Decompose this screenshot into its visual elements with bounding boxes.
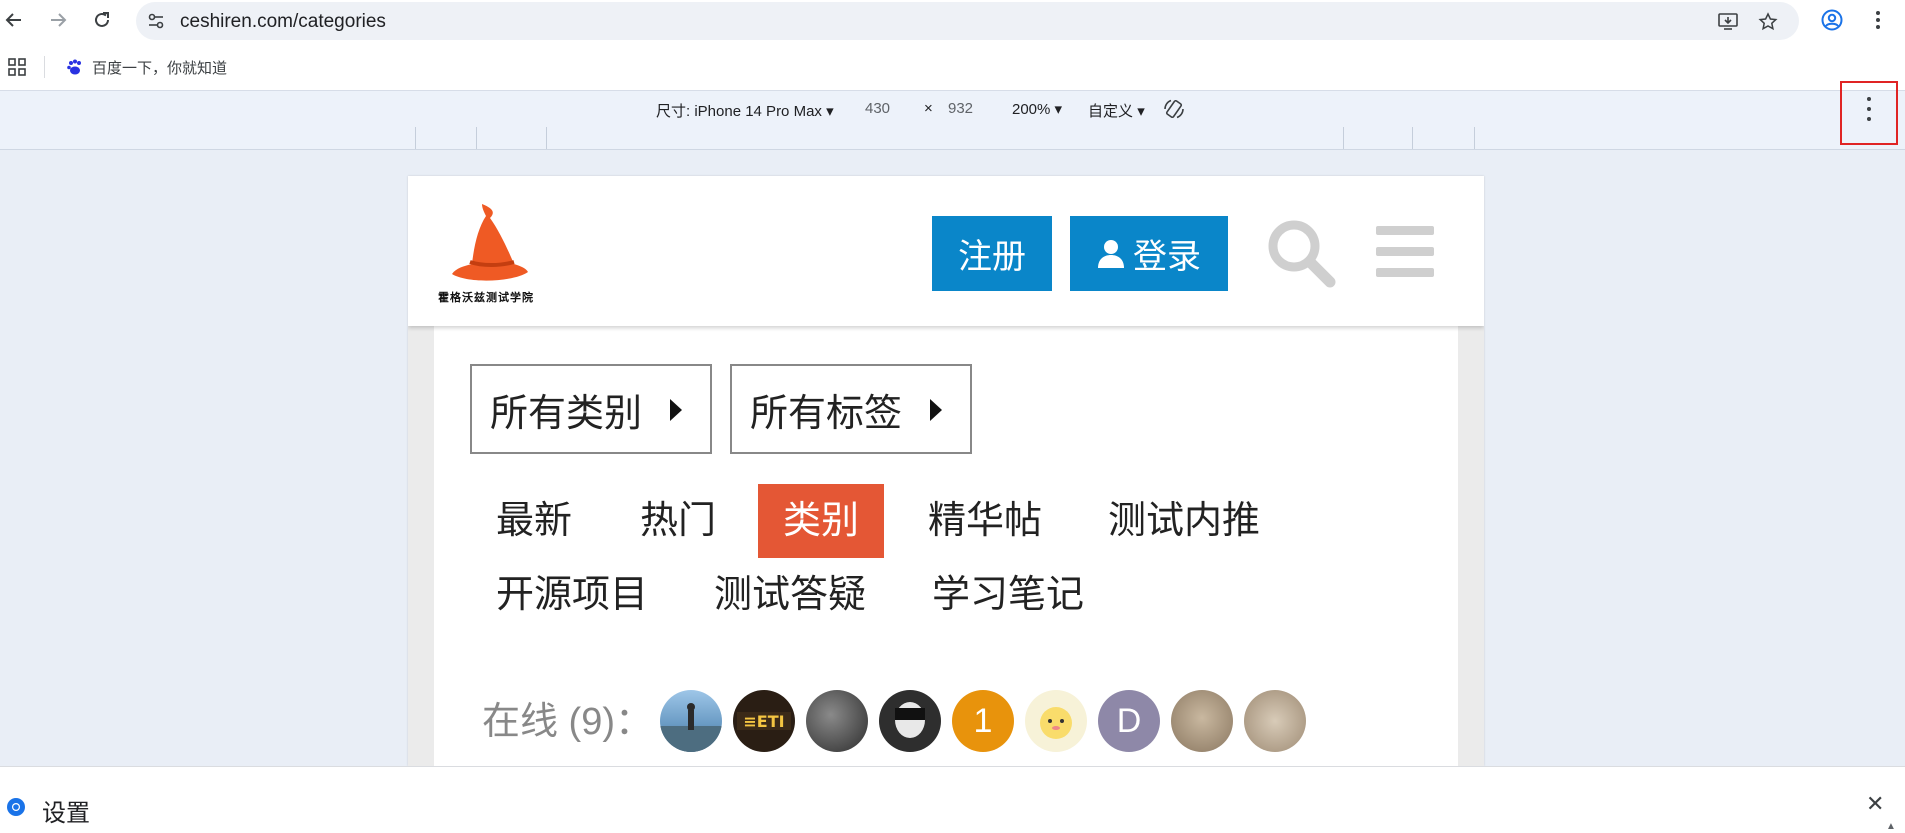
login-button[interactable]: 登录 [1070, 216, 1228, 291]
all-categories-label: 所有类别 [490, 392, 643, 435]
caret-right-icon [670, 399, 682, 421]
nav-tab-latest[interactable]: 最新 [496, 484, 572, 558]
user-icon [1098, 239, 1124, 268]
site-header: 霍格沃兹测试学院 注册 登录 [408, 176, 1484, 326]
avatar[interactable]: ≡ETI [733, 690, 795, 752]
svg-text:≡ETI: ≡ETI [743, 712, 784, 731]
bookmark-baidu[interactable]: 百度一下，你就知道 [66, 54, 227, 80]
nav-tab-featured[interactable]: 精华帖 [928, 484, 1042, 558]
forward-icon[interactable] [44, 6, 72, 34]
all-tags-label: 所有标签 [750, 392, 903, 435]
apps-grid-icon[interactable] [8, 58, 26, 76]
throttle-select[interactable]: 自定义 ▾ [1088, 100, 1145, 121]
avatar[interactable]: 1 [952, 690, 1014, 752]
height-input[interactable]: 932 [948, 100, 973, 117]
avatar[interactable] [879, 690, 941, 752]
nav-tab-notes[interactable]: 学习笔记 [932, 558, 1084, 632]
media-query-ruler[interactable] [0, 127, 1905, 150]
site-info-icon[interactable] [146, 11, 166, 31]
browser-toolbar: ceshiren.com/categories [0, 0, 1905, 44]
all-tags-dropdown[interactable]: 所有标签 [730, 364, 972, 454]
drawer-title: 设置 [42, 800, 90, 827]
zoom-select-label: 200% [1012, 101, 1051, 118]
avatar[interactable] [806, 690, 868, 752]
bookmarks-divider [44, 56, 45, 78]
width-input[interactable]: 430 [865, 100, 890, 117]
close-icon[interactable]: ✕ [1866, 791, 1884, 817]
search-icon[interactable] [1266, 218, 1336, 288]
install-app-icon[interactable] [1716, 10, 1740, 34]
nav-tab-qa[interactable]: 测试答疑 [714, 558, 866, 632]
url-text[interactable]: ceshiren.com/categories [180, 11, 386, 33]
browser-menu-icon[interactable] [1866, 8, 1890, 32]
all-categories-dropdown[interactable]: 所有类别 [470, 364, 712, 454]
device-select-label: 尺寸: iPhone 14 Pro Max [656, 103, 822, 120]
nav-tab-referrals[interactable]: 测试内推 [1108, 484, 1260, 558]
avatar[interactable]: D [1098, 690, 1160, 752]
profile-icon[interactable] [1820, 8, 1844, 32]
collapse-arrow-icon[interactable]: ▲ [1886, 821, 1896, 832]
caret-down-icon: ▾ [826, 103, 834, 120]
reload-icon[interactable] [88, 6, 116, 34]
login-label: 登录 [1133, 238, 1201, 276]
devtools-drawer: 设置 ✕ ▲ [0, 766, 1905, 833]
logo-text: 霍格沃兹测试学院 [438, 291, 534, 304]
back-icon[interactable] [0, 6, 28, 34]
dimension-separator: × [924, 100, 933, 117]
online-users-label: 在线 (9)： [482, 701, 654, 743]
throttle-select-label: 自定义 [1088, 103, 1134, 120]
avatar[interactable] [1025, 690, 1087, 752]
avatar[interactable] [1171, 690, 1233, 752]
zoom-select[interactable]: 200% ▾ [1012, 100, 1062, 118]
device-toolbar: 尺寸: iPhone 14 Pro Max ▾ 430 × 932 200% ▾… [0, 90, 1905, 128]
caret-down-icon: ▾ [1137, 103, 1145, 120]
main-content: 所有类别 所有标签 最新 热门 类别 精华帖 测试内推 开源项目 测试答疑 学习… [434, 326, 1458, 766]
nav-tab-hot[interactable]: 热门 [640, 484, 716, 558]
emulated-page: 霍格沃兹测试学院 注册 登录 所有类别 所有标签 最新 热门 类别 精华帖 测试… [408, 176, 1484, 766]
register-button[interactable]: 注册 [932, 216, 1052, 291]
caret-right-icon [930, 399, 942, 421]
device-select[interactable]: 尺寸: iPhone 14 Pro Max ▾ [656, 100, 834, 121]
highlight-box [1840, 81, 1898, 145]
nav-tab-categories[interactable]: 类别 [758, 484, 884, 558]
avatar[interactable] [660, 690, 722, 752]
rotate-icon[interactable] [1162, 97, 1186, 121]
caret-down-icon: ▾ [1054, 101, 1063, 118]
bookmark-baidu-label: 百度一下，你就知道 [92, 59, 228, 77]
address-bar[interactable]: ceshiren.com/categories [136, 2, 1799, 40]
nav-tab-open-source[interactable]: 开源项目 [496, 558, 648, 632]
baidu-paw-icon [67, 59, 81, 75]
chrome-settings-icon [7, 798, 25, 816]
bookmarks-bar: 百度一下，你就知道 [0, 44, 1905, 90]
hamburger-menu-icon[interactable] [1376, 226, 1434, 278]
bookmark-star-icon[interactable] [1756, 10, 1780, 34]
avatar[interactable] [1244, 690, 1306, 752]
